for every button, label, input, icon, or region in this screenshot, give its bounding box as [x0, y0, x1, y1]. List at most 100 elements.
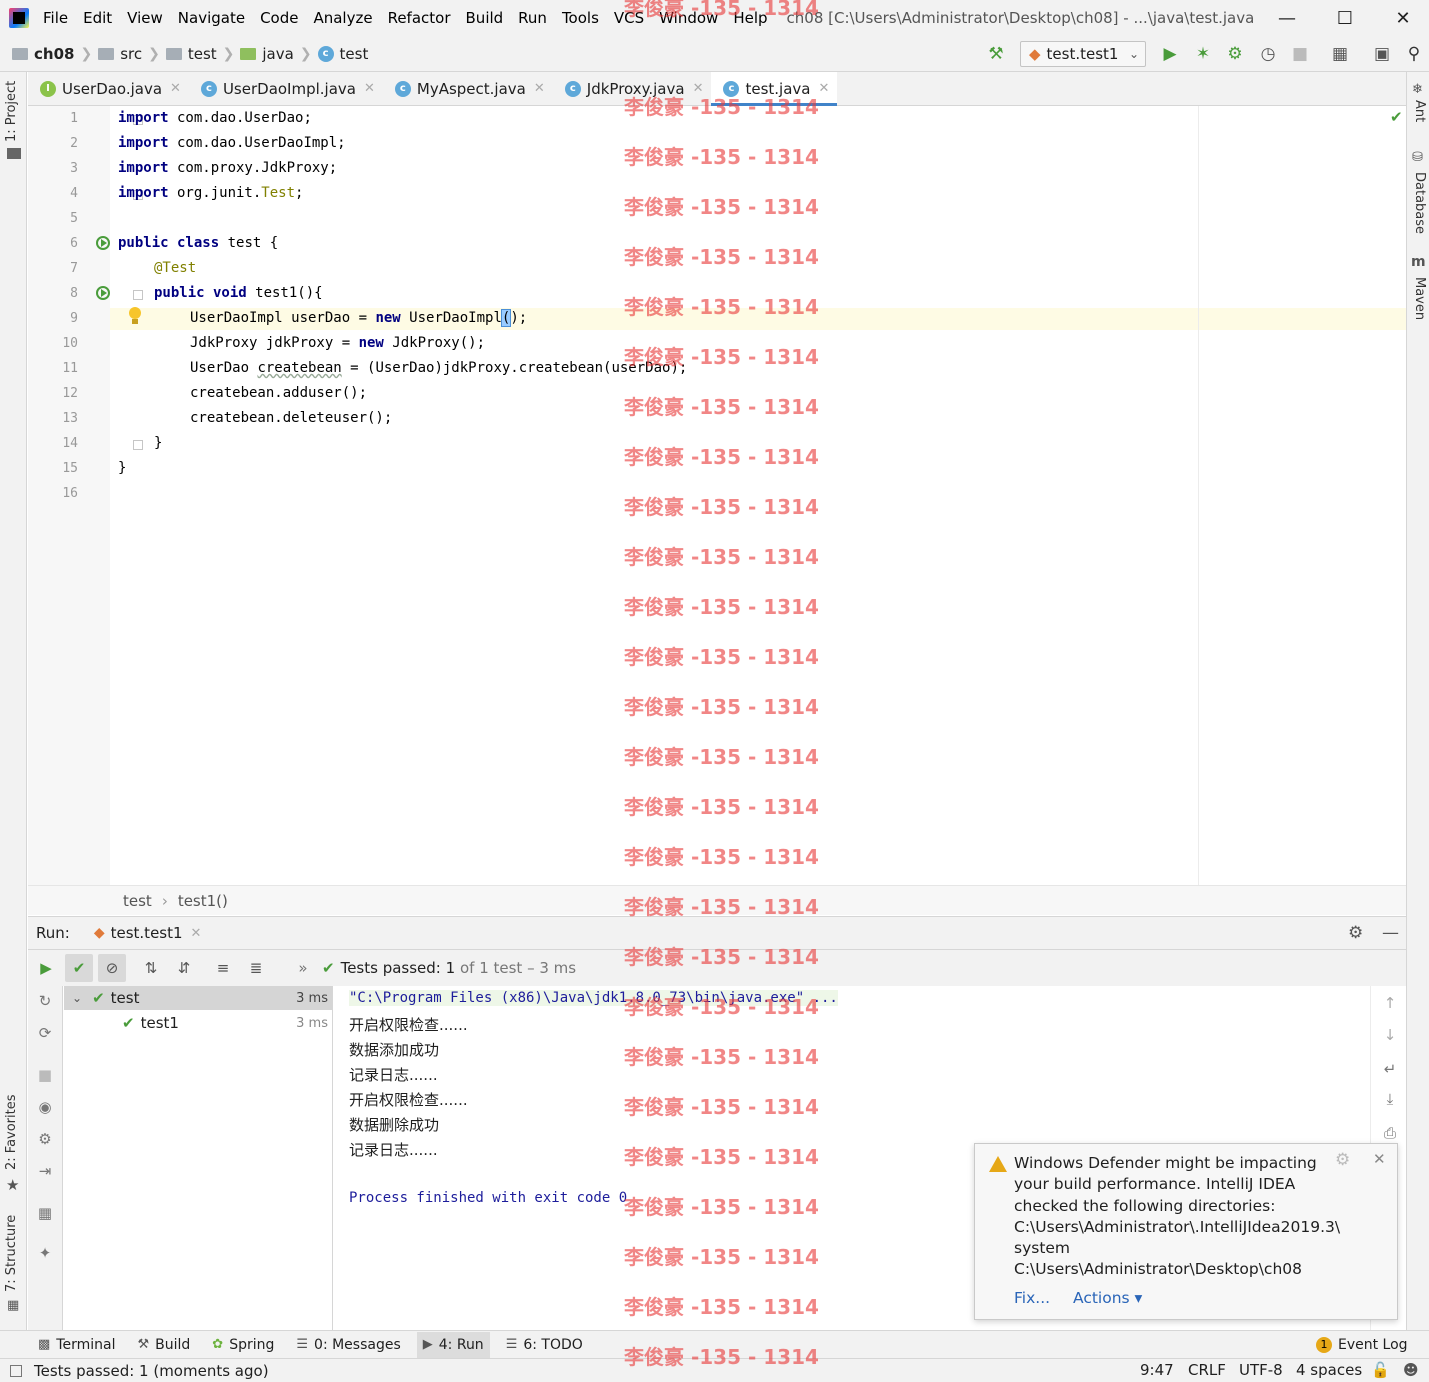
maximize-button[interactable]: ☐ — [1316, 0, 1374, 36]
stop-icon[interactable]: ■ — [1290, 44, 1310, 64]
soft-wrap-icon[interactable]: ↵ — [1381, 1060, 1399, 1078]
menu-edit[interactable]: Edit — [83, 9, 112, 27]
run-tab[interactable]: test.test1 — [111, 924, 183, 942]
menu-run[interactable]: Run — [518, 9, 547, 27]
close-icon[interactable]: ✕ — [170, 81, 181, 96]
settings-icon[interactable]: ⚙ — [36, 1130, 54, 1148]
breadcrumb-test-folder[interactable]: test — [165, 45, 217, 63]
gear-icon[interactable]: ⚙ — [1348, 923, 1363, 943]
tool-event-log[interactable]: 1 Event Log — [1310, 1332, 1414, 1358]
tool-tab-database[interactable]: Database — [1412, 172, 1427, 234]
close-icon[interactable]: ✕ — [1373, 1150, 1386, 1168]
run-icon[interactable]: ▶ — [1160, 44, 1180, 64]
toggle-autotest-icon[interactable]: ⟳ — [36, 1024, 54, 1042]
run-configuration-select[interactable]: ◆ test.test1 ⌄ — [1020, 41, 1146, 67]
console-line: 记录日志...... — [349, 1141, 438, 1159]
search-icon[interactable]: ⚲ — [1404, 44, 1424, 64]
print-icon[interactable]: ⎙ — [1381, 1124, 1399, 1142]
console-line: 记录日志...... — [349, 1066, 438, 1084]
layout-icon[interactable]: ▦ — [36, 1204, 54, 1222]
debug-icon[interactable]: ✶ — [1193, 44, 1213, 64]
tool-todo[interactable]: ☰ 6: TODO — [500, 1332, 589, 1358]
menu-refactor[interactable]: Refactor — [388, 9, 451, 27]
expand-all-icon[interactable]: ≡ — [209, 954, 237, 982]
breadcrumb-java[interactable]: java — [240, 45, 294, 63]
close-icon[interactable]: ✕ — [191, 926, 202, 941]
close-icon[interactable]: ✕ — [534, 81, 545, 96]
close-icon[interactable]: ✕ — [693, 81, 704, 96]
chevron-down-icon[interactable]: ⌄ — [72, 991, 82, 1005]
tool-build[interactable]: ⚒ Build — [131, 1332, 196, 1358]
indent-setting[interactable]: 4 spaces — [1296, 1361, 1362, 1379]
editor-tab-jdkproxy[interactable]: c JdkProxy.java ✕ — [553, 72, 712, 106]
hide-panel-icon[interactable]: — — [1382, 923, 1399, 943]
editor-tab-myaspect[interactable]: c MyAspect.java ✕ — [383, 72, 553, 106]
tool-tab-ant[interactable]: Ant — [1412, 100, 1427, 122]
status-message: Tests passed: 1 (moments ago) — [34, 1361, 269, 1380]
menu-tools[interactable]: Tools — [562, 9, 599, 27]
breadcrumb-src[interactable]: src — [98, 45, 142, 63]
minimize-button[interactable]: — — [1258, 0, 1316, 36]
tool-tab-favorites[interactable]: 2: Favorites — [4, 1094, 19, 1170]
intellij-logo-icon — [9, 8, 29, 28]
collapse-all-icon[interactable]: ≣ — [242, 954, 270, 982]
close-window-button[interactable]: ✕ — [1374, 0, 1429, 36]
rerun-failed-icon[interactable]: ↻ — [36, 992, 54, 1010]
tool-spring[interactable]: ✿ Spring — [206, 1332, 280, 1358]
tree-row-test[interactable]: ⌄ ✔ test 3 ms — [64, 986, 332, 1010]
fix-link[interactable]: Fix... — [1014, 1289, 1050, 1307]
tool-tab-structure[interactable]: 7: Structure — [4, 1215, 19, 1292]
breadcrumb-method[interactable]: test1() — [178, 892, 228, 910]
editor-tab-userdao[interactable]: I UserDao.java ✕ — [28, 72, 189, 106]
camera-icon[interactable]: ◉ — [36, 1098, 54, 1116]
profile-icon[interactable]: ◷ — [1258, 44, 1278, 64]
inspection-ok-icon[interactable]: ✔ — [1390, 108, 1403, 126]
menu-analyze[interactable]: Analyze — [313, 9, 372, 27]
scroll-to-end-icon[interactable]: ⤓ — [1381, 1090, 1399, 1108]
build-hammer-icon[interactable]: ⚒ — [986, 44, 1006, 64]
menu-navigate[interactable]: Navigate — [178, 9, 245, 27]
caret-position[interactable]: 9:47 — [1140, 1361, 1174, 1379]
menu-code[interactable]: Code — [260, 9, 298, 27]
actions-link[interactable]: Actions ▾ — [1073, 1289, 1142, 1307]
tree-row-test1[interactable]: ✔ test1 3 ms — [64, 1011, 332, 1035]
tool-run[interactable]: ▶ 4: Run — [416, 1331, 490, 1358]
close-icon[interactable]: ✕ — [364, 81, 375, 96]
more-icon[interactable]: » — [289, 954, 317, 982]
lock-icon[interactable]: 🔓 — [1371, 1361, 1390, 1379]
show-passed-icon[interactable]: ✔ — [65, 954, 93, 982]
arrow-down-icon[interactable]: ↓ — [1381, 1026, 1399, 1044]
terminal-toolbar-icon[interactable]: ▣ — [1372, 44, 1392, 64]
sort-duration-icon[interactable]: ⇵ — [170, 954, 198, 982]
menu-help[interactable]: Help — [733, 9, 767, 27]
sort-alpha-icon[interactable]: ⇅ — [137, 954, 165, 982]
tool-tab-maven[interactable]: Maven — [1412, 277, 1427, 320]
show-ignored-icon[interactable]: ⊘ — [98, 954, 126, 982]
project-structure-icon[interactable]: ▦ — [1330, 44, 1350, 64]
menu-file[interactable]: File — [43, 9, 68, 27]
import-icon[interactable]: ⇥ — [36, 1162, 54, 1180]
menu-build[interactable]: Build — [466, 9, 504, 27]
toggle-tool-windows-icon[interactable] — [10, 1364, 22, 1377]
editor-tab-userdaoimpl[interactable]: c UserDaoImpl.java ✕ — [189, 72, 383, 106]
menu-view[interactable]: View — [127, 9, 163, 27]
file-encoding[interactable]: UTF-8 — [1239, 1361, 1283, 1379]
tool-terminal[interactable]: ▩ Terminal — [32, 1332, 121, 1358]
menu-vcs[interactable]: VCS — [614, 9, 644, 27]
breadcrumb-test-class[interactable]: c test — [317, 45, 368, 63]
close-icon[interactable]: ✕ — [818, 81, 829, 96]
menu-window[interactable]: Window — [659, 9, 718, 27]
tool-messages[interactable]: ☰ 0: Messages — [290, 1332, 406, 1358]
pin-icon[interactable]: ✦ — [36, 1244, 54, 1262]
line-separator[interactable]: CRLF — [1188, 1361, 1226, 1379]
rerun-icon[interactable]: ▶ — [32, 954, 60, 982]
code-text: import com.dao.UserDao; import com.dao.U… — [0, 106, 1200, 885]
editor-tab-test[interactable]: c test.java ✕ — [711, 71, 838, 106]
breadcrumb-class[interactable]: test — [123, 892, 152, 910]
arrow-up-icon[interactable]: ↑ — [1381, 994, 1399, 1012]
inspector-icon[interactable]: ☻ — [1403, 1361, 1419, 1379]
coverage-icon[interactable]: ⚙ — [1225, 44, 1245, 64]
code-line-4: import org.junit.Test; — [118, 185, 304, 201]
stop-icon[interactable]: ■ — [36, 1066, 54, 1084]
breadcrumb-project[interactable]: ch08 — [12, 45, 74, 63]
